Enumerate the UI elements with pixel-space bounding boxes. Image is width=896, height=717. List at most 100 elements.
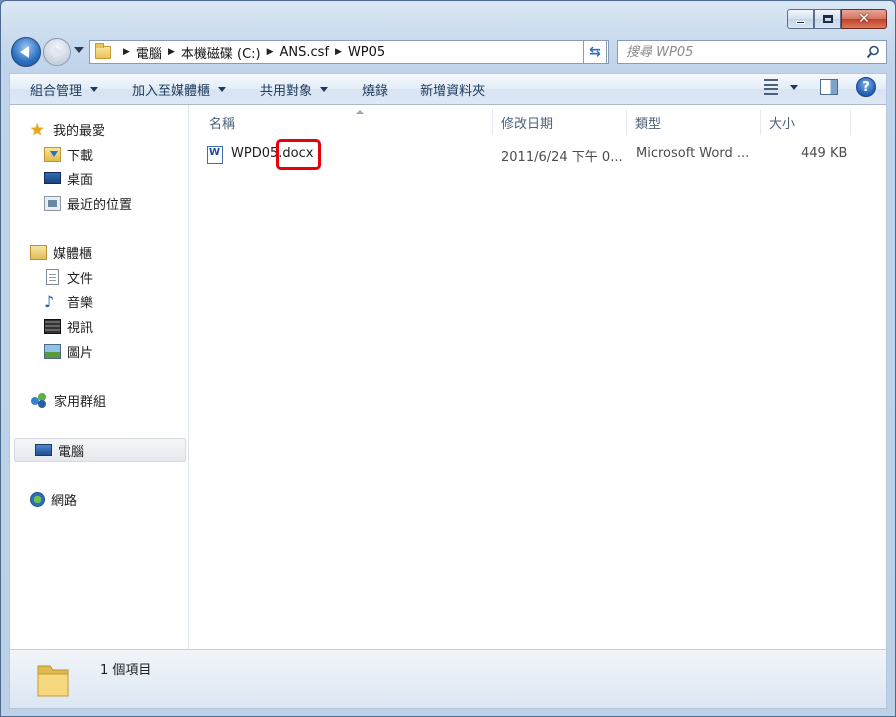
minimize-icon (796, 20, 805, 24)
star-icon: ★ (30, 119, 45, 139)
chevron-right-icon[interactable]: ▶ (168, 47, 175, 57)
column-header-name[interactable]: 名稱 (201, 109, 493, 135)
search-input[interactable] (626, 44, 851, 60)
nav-libraries[interactable]: 媒體櫃 (30, 242, 92, 262)
chevron-down-icon (320, 86, 329, 92)
back-button[interactable] (11, 37, 41, 67)
nav-pictures-label: 圖片 (67, 345, 94, 361)
share-with-button[interactable]: 共用對象 (238, 76, 340, 102)
nav-homegroup[interactable]: 家用群組 (30, 390, 106, 410)
pictures-icon (44, 343, 61, 359)
nav-videos-label: 視訊 (67, 320, 94, 336)
refresh-icon: ⇆ (589, 44, 601, 60)
nav-pictures[interactable]: 圖片 (44, 341, 93, 361)
add-to-library-button[interactable]: 加入至媒體櫃 (110, 76, 238, 102)
change-view-icon[interactable] (764, 79, 782, 95)
nav-libraries-label: 媒體櫃 (53, 246, 93, 262)
item-count: 1 個項目 (100, 663, 152, 678)
file-list-pane: 名稱 修改日期 類型 大小 WPD05.docx 2011/6/24 下午 0.… (189, 105, 887, 649)
nav-downloads-label: 下載 (67, 148, 94, 164)
chevron-down-icon (218, 86, 227, 92)
maximize-button[interactable] (814, 9, 841, 29)
nav-network-label: 網路 (51, 493, 78, 509)
burn-button[interactable]: 燒錄 (340, 76, 400, 102)
column-type-label: 類型 (635, 116, 662, 132)
nav-music[interactable]: ♪ 音樂 (44, 291, 93, 311)
breadcrumb-wp05[interactable]: WP05 (348, 45, 385, 60)
nav-recent-label: 最近的位置 (67, 197, 133, 213)
minimize-button[interactable] (787, 9, 814, 29)
nav-favorites[interactable]: ★ 我的最愛 (30, 119, 105, 139)
nav-homegroup-label: 家用群組 (54, 394, 107, 410)
recent-places-icon (44, 195, 61, 211)
nav-favorites-label: 我的最愛 (53, 123, 106, 139)
nav-documents-label: 文件 (67, 271, 94, 287)
command-bar: 組合管理 加入至媒體櫃 共用對象 燒錄 新增資料夾 ? (9, 73, 887, 105)
sort-ascending-icon (356, 110, 364, 114)
network-icon (30, 491, 45, 507)
nav-videos[interactable]: 視訊 (44, 316, 93, 336)
address-bar[interactable]: ▶ 電腦 ▶ 本機磁碟 (C:) ▶ ANS.csf ▶ WP05 (89, 40, 609, 64)
nav-desktop-label: 桌面 (67, 172, 94, 188)
folder-icon (37, 665, 69, 697)
add-to-library-label: 加入至媒體櫃 (132, 83, 211, 99)
search-icon[interactable] (866, 45, 880, 59)
nav-computer[interactable]: 電腦 (14, 438, 186, 462)
view-options-dropdown[interactable] (790, 84, 798, 90)
documents-icon (46, 269, 59, 285)
preview-pane-icon[interactable] (820, 79, 838, 95)
nav-recent-places[interactable]: 最近的位置 (44, 193, 132, 213)
search-box[interactable] (617, 40, 887, 64)
breadcrumb-computer[interactable]: 電腦 (136, 43, 162, 62)
column-date-label: 修改日期 (501, 116, 554, 132)
column-header-type[interactable]: 類型 (627, 109, 761, 135)
breadcrumb-ans-csf[interactable]: ANS.csf (280, 45, 330, 60)
toolbar-right: ? (764, 77, 876, 97)
breadcrumb-local-disk[interactable]: 本機磁碟 (C:) (181, 43, 261, 62)
music-icon: ♪ (44, 291, 55, 311)
details-pane: 1 個項目 (9, 649, 887, 709)
refresh-button[interactable]: ⇆ (583, 40, 607, 64)
organize-label: 組合管理 (30, 83, 83, 99)
chevron-right-icon[interactable]: ▶ (123, 47, 130, 57)
extension-highlight-box (276, 139, 321, 170)
homegroup-icon (31, 393, 46, 408)
column-header-date[interactable]: 修改日期 (493, 109, 627, 135)
nav-music-label: 音樂 (67, 295, 94, 311)
file-type: Microsoft Word ... (636, 146, 750, 161)
nav-computer-label: 電腦 (58, 444, 85, 460)
column-header-size[interactable]: 大小 (761, 109, 851, 135)
forward-arrow-icon (54, 46, 63, 58)
column-size-label: 大小 (769, 116, 796, 132)
chevron-right-icon[interactable]: ▶ (267, 47, 274, 57)
word-document-icon (207, 146, 223, 164)
new-folder-button[interactable]: 新增資料夾 (400, 76, 497, 102)
computer-icon (35, 444, 52, 456)
libraries-icon (30, 244, 47, 260)
close-button[interactable]: ✕ (841, 9, 887, 29)
folder-icon (95, 42, 111, 59)
explorer-window: ✕ ▶ 電腦 ▶ 本機磁碟 (C:) ▶ ANS.csf ▶ WP05 ⇆ 搜尋… (0, 0, 896, 717)
caption-buttons: ✕ (787, 9, 887, 29)
back-arrow-icon (20, 46, 29, 58)
navigation-pane: ★ 我的最愛 下載 桌面 最近的位置 媒體櫃 文件 ♪ 音樂 視訊 圖片 家用群… (9, 105, 189, 649)
maximize-icon (822, 15, 833, 23)
file-size: 449 KB (801, 146, 848, 161)
help-icon[interactable]: ? (856, 77, 876, 97)
forward-button[interactable] (43, 38, 71, 66)
nav-network[interactable]: 網路 (30, 489, 77, 509)
nav-desktop[interactable]: 桌面 (44, 168, 93, 188)
navigation-row: ▶ 電腦 ▶ 本機磁碟 (C:) ▶ ANS.csf ▶ WP05 ⇆ (11, 37, 887, 67)
organize-button[interactable]: 組合管理 (10, 76, 110, 102)
burn-label: 燒錄 (362, 83, 389, 99)
file-date: 2011/6/24 下午 0... (501, 150, 623, 165)
chevron-right-icon[interactable]: ▶ (335, 47, 342, 57)
nav-documents[interactable]: 文件 (44, 267, 93, 287)
downloads-icon (44, 146, 61, 162)
share-with-label: 共用對象 (260, 83, 313, 99)
desktop-icon (44, 172, 61, 184)
videos-icon (44, 318, 61, 334)
nav-downloads[interactable]: 下載 (44, 144, 93, 164)
recent-pages-dropdown[interactable] (74, 47, 84, 53)
chevron-down-icon (90, 86, 99, 92)
